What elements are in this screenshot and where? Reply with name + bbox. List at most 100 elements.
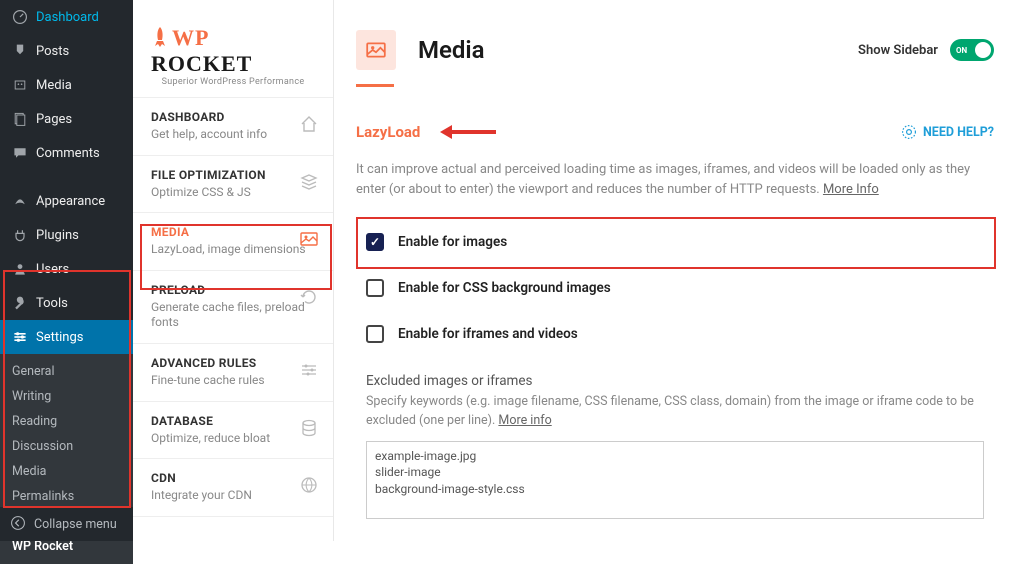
check-enable-iframes: Enable for iframes and videos — [356, 311, 994, 357]
sidebar-item-pages[interactable]: Pages — [0, 102, 133, 136]
plugins-icon — [10, 225, 30, 245]
rocket-nav-title: PRELOAD — [151, 283, 315, 297]
sidebar-label: Users — [36, 262, 69, 277]
sidebar-label: Comments — [36, 146, 100, 161]
more-info-link-2[interactable]: More info — [498, 413, 551, 428]
globe-icon — [299, 475, 319, 495]
page-header: Media Show Sidebar ON — [356, 30, 994, 70]
rocket-nav-media[interactable]: MEDIA LazyLoad, image dimensions — [133, 212, 333, 270]
sidebar-item-tools[interactable]: Tools — [0, 286, 133, 320]
rocket-nav-title: DATABASE — [151, 414, 315, 428]
sidebar-item-comments[interactable]: Comments — [0, 136, 133, 170]
rocket-nav-desc: Generate cache files, preload fonts — [151, 300, 315, 331]
rocket-icon — [151, 26, 169, 48]
need-help-link[interactable]: NEED HELP? — [901, 124, 994, 140]
check-enable-images: Enable for images — [356, 219, 994, 265]
rocket-nav-preload[interactable]: PRELOAD Generate cache files, preload fon… — [133, 270, 333, 343]
section-header: LazyLoad NEED HELP? — [356, 122, 994, 142]
collapse-icon — [10, 515, 28, 533]
rocket-nav-desc: Optimize, reduce bloat — [151, 431, 315, 447]
sub-writing[interactable]: Writing — [0, 384, 133, 409]
section-title: LazyLoad — [356, 123, 420, 141]
sidebar-item-appearance[interactable]: Appearance — [0, 184, 133, 218]
checkbox-label[interactable]: Enable for images — [398, 234, 507, 250]
sidebar-item-plugins[interactable]: Plugins — [0, 218, 133, 252]
dashboard-icon — [10, 7, 30, 27]
sliders-icon — [299, 360, 319, 380]
checkbox-label[interactable]: Enable for CSS background images — [398, 280, 611, 296]
sidebar-item-settings[interactable]: Settings — [0, 320, 133, 354]
sidebar-item-media[interactable]: Media — [0, 68, 133, 102]
checkbox-label[interactable]: Enable for iframes and videos — [398, 326, 578, 342]
comments-icon — [10, 143, 30, 163]
image-icon — [299, 229, 319, 249]
rocket-panel: WP ROCKET Superior WordPress Performance… — [133, 0, 334, 541]
sub-general[interactable]: General — [0, 359, 133, 384]
need-help-label: NEED HELP? — [923, 125, 994, 140]
sidebar-label: Appearance — [36, 194, 105, 209]
settings-icon — [10, 327, 30, 347]
sidebar-label: Pages — [36, 112, 72, 127]
rocket-nav-cdn[interactable]: CDN Integrate your CDN — [133, 458, 333, 517]
toggle-knob — [975, 42, 991, 58]
logo-tagline: Superior WordPress Performance — [151, 77, 315, 87]
users-icon — [10, 259, 30, 279]
sub-reading[interactable]: Reading — [0, 409, 133, 434]
checkbox-enable-css-bg[interactable] — [366, 279, 384, 297]
rocket-nav-database[interactable]: DATABASE Optimize, reduce bloat — [133, 401, 333, 459]
sidebar-item-posts[interactable]: Posts — [0, 34, 133, 68]
wp-admin-sidebar: Dashboard Posts Media Pages Comments App… — [0, 0, 133, 541]
excluded-description: Specify keywords (e.g. image filename, C… — [366, 393, 984, 431]
rocket-nav-file-opt[interactable]: FILE OPTIMIZATION Optimize CSS & JS — [133, 155, 333, 213]
refresh-icon — [299, 287, 319, 307]
sidebar-label: Settings — [36, 330, 83, 345]
more-info-link[interactable]: More Info — [823, 182, 879, 197]
home-icon — [299, 114, 319, 134]
sub-discussion[interactable]: Discussion — [0, 434, 133, 459]
header-image-icon — [356, 30, 396, 70]
sub-media[interactable]: Media — [0, 459, 133, 484]
rocket-nav-title: FILE OPTIMIZATION — [151, 168, 315, 182]
excluded-heading: Excluded images or iframes — [366, 373, 994, 389]
sidebar-item-users[interactable]: Users — [0, 252, 133, 286]
rocket-nav-desc: LazyLoad, image dimensions — [151, 242, 315, 258]
pages-icon — [10, 109, 30, 129]
section-description: It can improve actual and perceived load… — [356, 160, 994, 199]
sub-permalinks[interactable]: Permalinks — [0, 484, 133, 509]
pin-icon — [10, 41, 30, 61]
logo: WP ROCKET Superior WordPress Performance — [133, 0, 333, 97]
rocket-nav-desc: Fine-tune cache rules — [151, 373, 315, 389]
rocket-nav-title: CDN — [151, 471, 315, 485]
rocket-nav-title: MEDIA — [151, 225, 315, 239]
sidebar-label: Plugins — [36, 228, 79, 243]
check-enable-css-bg: Enable for CSS background images — [356, 265, 994, 311]
collapse-label: Collapse menu — [34, 517, 117, 532]
show-sidebar-label: Show Sidebar — [858, 43, 938, 58]
rocket-nav-desc: Integrate your CDN — [151, 488, 315, 504]
sidebar-item-dashboard[interactable]: Dashboard — [0, 0, 133, 34]
accent-bar — [356, 84, 394, 87]
logo-wp: WP — [172, 25, 208, 50]
help-icon — [901, 124, 917, 140]
database-icon — [299, 418, 319, 438]
rocket-nav-advanced[interactable]: ADVANCED RULESFine-tune cache rules — [133, 343, 333, 401]
excluded-textarea[interactable] — [366, 441, 984, 519]
rocket-nav-dashboard[interactable]: DASHBOARD Get help, account info — [133, 97, 333, 155]
rocket-nav-title: DASHBOARD — [151, 110, 315, 124]
show-sidebar-toggle[interactable]: ON — [950, 39, 994, 61]
arrow-annotation-icon — [438, 122, 498, 142]
collapse-menu[interactable]: Collapse menu — [0, 507, 133, 541]
checkbox-enable-images[interactable] — [366, 233, 384, 251]
page-title: Media — [418, 36, 858, 64]
checkbox-enable-iframes[interactable] — [366, 325, 384, 343]
sidebar-label: Media — [36, 78, 72, 93]
sidebar-label: Dashboard — [36, 10, 99, 25]
rocket-nav-desc: Optimize CSS & JS — [151, 185, 315, 201]
toggle-on-text: ON — [956, 46, 967, 55]
rocket-nav: DASHBOARD Get help, account info FILE OPT… — [133, 97, 333, 517]
media-icon — [10, 75, 30, 95]
main-content: Media Show Sidebar ON LazyLoad NEED HELP… — [334, 0, 1024, 541]
rocket-nav-desc: Get help, account info — [151, 127, 315, 143]
sidebar-label: Tools — [36, 296, 68, 311]
sidebar-label: Posts — [36, 44, 69, 59]
